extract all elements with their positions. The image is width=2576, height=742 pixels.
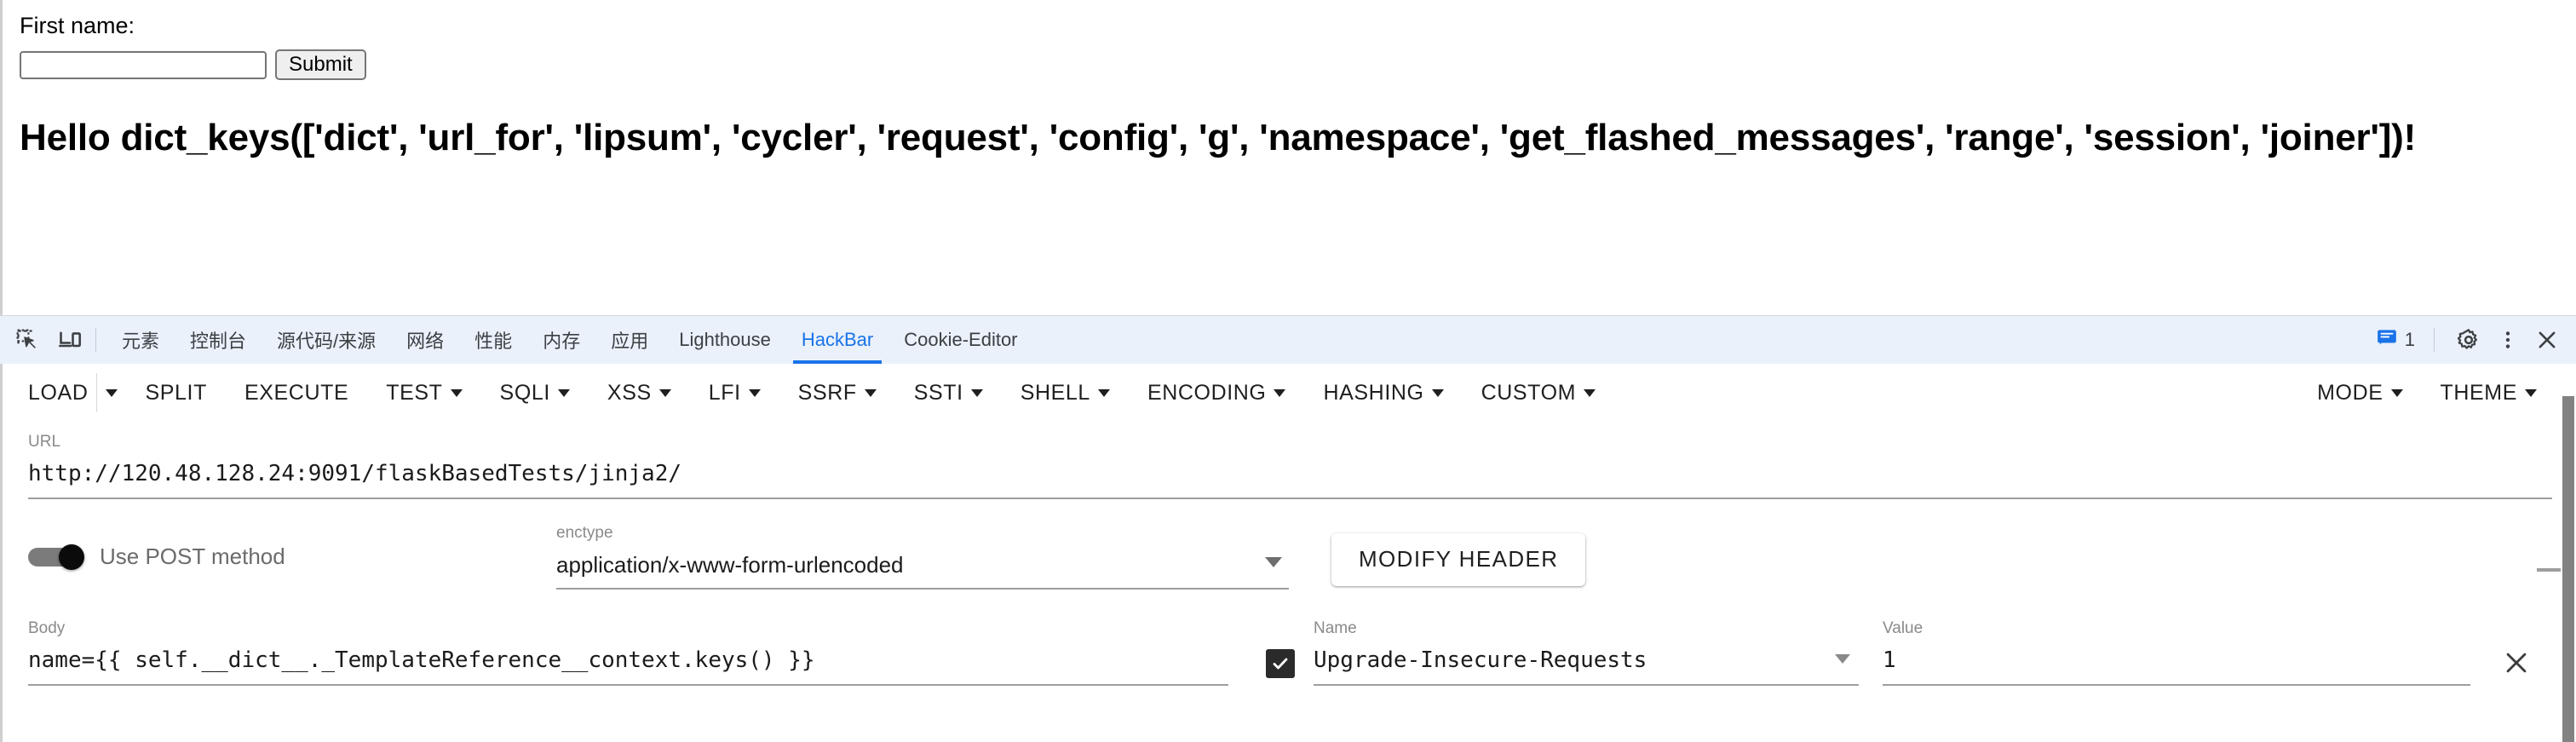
tab-network[interactable]: 网络	[391, 316, 459, 364]
header-value-underline	[1883, 683, 2470, 686]
tab-console[interactable]: 控制台	[175, 316, 262, 364]
message-icon	[2376, 326, 2398, 354]
first-name-input[interactable]	[20, 50, 267, 79]
enctype-label: enctype	[556, 523, 613, 542]
header-value-input[interactable]: 1	[1883, 648, 2470, 673]
hackbar-hashing-menu[interactable]: HASHING	[1304, 373, 1462, 412]
chevron-down-icon[interactable]	[1835, 654, 1850, 664]
chevron-down-icon	[1584, 388, 1596, 397]
submit-button[interactable]: Submit	[275, 49, 366, 81]
chevron-down-icon	[2390, 388, 2403, 397]
hackbar-execute-button[interactable]: EXECUTE	[226, 373, 367, 412]
url-underline	[28, 497, 2552, 499]
hackbar-custom-menu[interactable]: CUSTOM	[1463, 373, 1614, 412]
tab-sources[interactable]: 源代码/来源	[262, 316, 391, 364]
first-name-label: First name:	[20, 13, 135, 38]
message-count-value: 1	[2404, 329, 2415, 350]
header-name-input[interactable]: Upgrade-Insecure-Requests	[1314, 648, 1859, 673]
hackbar-xss-menu[interactable]: XSS	[589, 373, 690, 412]
tab-memory[interactable]: 内存	[527, 316, 595, 364]
chevron-down-icon	[658, 388, 671, 397]
tab-cookie-editor[interactable]: Cookie-Editor	[888, 316, 1032, 364]
url-field[interactable]: URL http://120.48.128.24:9091/flaskBased…	[28, 434, 2552, 499]
close-icon[interactable]	[2532, 325, 2562, 355]
header-name-label: Name	[1314, 619, 1357, 638]
header-enabled-checkbox[interactable]	[1266, 649, 1295, 679]
hackbar-ssti-menu[interactable]: SSTI	[895, 373, 1002, 412]
hackbar-load-button[interactable]: LOAD	[28, 373, 96, 412]
devtools-tabbar-right: 1	[2376, 325, 2576, 355]
body-input[interactable]: name={{ self.__dict__._TemplateReference…	[28, 648, 1228, 673]
tab-lighthouse[interactable]: Lighthouse	[664, 316, 786, 364]
page-heading: Hello dict_keys(['dict', 'url_for', 'lip…	[20, 117, 2417, 159]
enctype-select-value[interactable]: application/x-www-form-urlencoded	[556, 553, 1289, 578]
enctype-field[interactable]: enctype application/x-www-form-urlencode…	[556, 525, 1289, 590]
body-label: Body	[28, 619, 66, 638]
body-and-headers-row: Body name={{ self.__dict__._TemplateRefe…	[3, 620, 2576, 686]
hackbar-encoding-menu[interactable]: ENCODING	[1129, 373, 1305, 412]
scroll-tick-mark	[2537, 568, 2561, 572]
chevron-down-icon	[970, 388, 983, 397]
chevron-down-icon[interactable]	[1265, 556, 1282, 567]
header-value-field[interactable]: Value 1	[1883, 620, 2470, 686]
chevron-down-icon	[1097, 388, 1110, 397]
devtools-tabbar: 元素 控制台 源代码/来源 网络 性能 内存 应用 Lighthouse Hac…	[0, 316, 2576, 364]
url-input[interactable]: http://120.48.128.24:9091/flaskBasedTest…	[28, 462, 2552, 486]
url-label: URL	[28, 433, 61, 451]
request-options-row: Use POST method enctype application/x-ww…	[3, 525, 2576, 590]
tab-application[interactable]: 应用	[595, 316, 664, 364]
hackbar-scrollbar[interactable]	[2562, 396, 2574, 742]
hackbar-lfi-menu[interactable]: LFI	[690, 373, 779, 412]
enctype-underline	[556, 588, 1289, 590]
hackbar-split-button[interactable]: SPLIT	[126, 373, 225, 412]
hackbar-theme-menu[interactable]: THEME	[2422, 373, 2556, 412]
use-post-method-toggle[interactable]	[28, 544, 84, 571]
device-toolbar-icon[interactable]	[55, 325, 85, 355]
chevron-down-icon	[557, 388, 570, 397]
kebab-menu-icon[interactable]	[2493, 325, 2523, 355]
remove-header-button[interactable]	[2499, 646, 2533, 680]
hackbar-toolbar: LOAD SPLIT EXECUTE TEST SQLI XSS LFI SSR…	[3, 364, 2576, 422]
toggle-knob	[59, 544, 84, 571]
body-underline	[28, 683, 1228, 686]
devtools-tab-list: 元素 控制台 源代码/来源 网络 性能 内存 应用 Lighthouse Hac…	[106, 316, 1033, 364]
header-value-label: Value	[1883, 619, 1923, 638]
tab-performance[interactable]: 性能	[459, 316, 527, 364]
toolbar-divider	[95, 328, 96, 352]
right-divider	[2434, 328, 2435, 352]
body-field[interactable]: Body name={{ self.__dict__._TemplateRefe…	[28, 620, 1228, 686]
post-method-toggle-group[interactable]: Use POST method	[28, 525, 556, 571]
chevron-down-icon	[864, 388, 877, 397]
inspect-element-icon[interactable]	[12, 325, 43, 355]
hackbar-ssrf-menu[interactable]: SSRF	[779, 373, 895, 412]
gear-icon[interactable]	[2453, 325, 2484, 355]
hackbar-sqli-menu[interactable]: SQLI	[481, 373, 589, 412]
chevron-down-icon	[450, 388, 463, 397]
tab-hackbar[interactable]: HackBar	[786, 316, 888, 364]
header-name-underline	[1314, 683, 1859, 686]
devtools-tool-icons	[0, 325, 85, 355]
hackbar-panel: LOAD SPLIT EXECUTE TEST SQLI XSS LFI SSR…	[0, 364, 2576, 742]
chevron-down-icon	[1431, 388, 1444, 397]
use-post-method-label: Use POST method	[100, 543, 285, 569]
chevron-down-icon	[2525, 388, 2537, 397]
chevron-down-icon	[1274, 388, 1286, 397]
devtools-panel: 元素 控制台 源代码/来源 网络 性能 内存 应用 Lighthouse Hac…	[0, 315, 2576, 742]
hackbar-shell-menu[interactable]: SHELL	[1002, 373, 1129, 412]
chevron-down-icon	[748, 388, 761, 397]
message-count-indicator[interactable]: 1	[2376, 326, 2415, 354]
headers-area: Name Upgrade-Insecure-Requests Value 1	[1266, 620, 2576, 686]
tab-elements[interactable]: 元素	[106, 316, 175, 364]
hackbar-test-menu[interactable]: TEST	[367, 373, 480, 412]
hackbar-body: URL http://120.48.128.24:9091/flaskBased…	[3, 422, 2576, 686]
hackbar-load-dropdown[interactable]	[96, 373, 126, 412]
modify-header-button[interactable]: MODIFY HEADER	[1331, 532, 1586, 586]
rendered-web-page: First name: Submit Hello dict_keys(['dic…	[0, 0, 2576, 315]
name-form: Submit	[20, 49, 2576, 81]
close-icon	[2506, 653, 2527, 673]
chevron-down-icon	[106, 388, 118, 397]
header-name-field[interactable]: Name Upgrade-Insecure-Requests	[1314, 620, 1859, 686]
hackbar-mode-menu[interactable]: MODE	[2298, 373, 2421, 412]
